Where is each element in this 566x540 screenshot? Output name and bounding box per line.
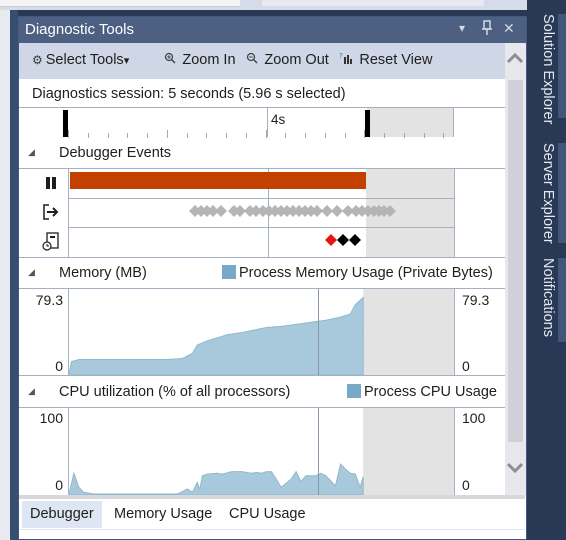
cpu-chart-area: 100 0 100 0 (19, 408, 505, 495)
memory-title: Memory (MB) (59, 265, 147, 281)
collapse-triangle-icon[interactable]: ◢ (28, 147, 35, 158)
close-icon[interactable]: ✕ (503, 20, 515, 37)
side-tab-server-explorer[interactable]: Server Explorer (534, 143, 556, 244)
gear-icon: ⚙ (32, 53, 43, 67)
tab-debugger[interactable]: Debugger (22, 501, 102, 528)
memory-y-max-left: 79.3 (35, 292, 63, 308)
cpu-chart[interactable] (68, 408, 455, 495)
collapse-triangle-icon[interactable]: ◢ (28, 386, 35, 397)
pin-icon[interactable] (481, 20, 493, 39)
left-editor-sliver (0, 10, 10, 540)
scrollbar-thumb[interactable] (508, 80, 523, 442)
step-icon (42, 203, 60, 224)
unselected-region (363, 289, 454, 375)
memory-header[interactable]: ◢ Memory (MB) Process Memory Usage (Priv… (19, 258, 505, 289)
side-tab-solution-explorer[interactable]: Solution Explorer (534, 14, 556, 124)
window-title: Diagnostic Tools (25, 21, 134, 38)
session-info: Diagnostics session: 5 seconds (5.96 s s… (19, 79, 505, 107)
window-dropdown-icon[interactable]: ▾ (459, 21, 465, 35)
debugger-event-marker (337, 234, 349, 246)
timeline-ruler[interactable]: 4s (19, 107, 505, 139)
chevron-down-icon: ▾ (123, 55, 130, 67)
toolbar: ⚙ Select Tools▾ Zoom In Zoom Out ? Reset … (19, 43, 505, 79)
intellitrace-event-icon (42, 232, 60, 255)
cpu-legend: Process CPU Usage (347, 384, 497, 400)
zoom-out-button[interactable]: Zoom Out (246, 52, 329, 68)
top-strip (0, 0, 566, 10)
zoom-in-button[interactable]: Zoom In (164, 52, 236, 68)
cpu-y-min-right: 0 (462, 477, 470, 493)
cpu-header[interactable]: ◢ CPU utilization (% of all processors) … (19, 377, 505, 408)
zoom-out-icon (246, 52, 261, 67)
step-event-marker (331, 205, 343, 217)
ruler-label-4s: 4s (271, 112, 286, 127)
zoom-in-icon (164, 52, 179, 67)
unselected-region (363, 408, 454, 495)
tabs-underline (19, 529, 525, 530)
session-text: Diagnostics session: 5 seconds (5.96 s s… (32, 86, 346, 102)
events-markers (189, 205, 396, 246)
ruler-tick (68, 130, 69, 138)
break-pause-icon (45, 176, 57, 193)
legend-swatch (347, 384, 361, 398)
debugger-events-title: Debugger Events (59, 145, 172, 161)
memory-chart-area: 79.3 0 79.3 0 (19, 289, 505, 376)
memory-chart[interactable] (68, 289, 455, 375)
memory-legend: Process Memory Usage (Private Bytes) (222, 265, 493, 281)
tab-memory-usage[interactable]: Memory Usage (106, 501, 220, 528)
cpu-y-max-left: 100 (39, 410, 63, 426)
ruler-tick (166, 130, 168, 138)
reset-view-icon: ? (339, 52, 356, 67)
side-tab-bar (558, 258, 566, 342)
left-gap (10, 10, 18, 540)
collapse-triangle-icon[interactable]: ◢ (28, 267, 35, 278)
memory-y-min-right: 0 (462, 358, 470, 374)
area-series (68, 463, 364, 495)
break-bar[interactable] (70, 172, 366, 189)
debugger-events-header[interactable]: ◢ Debugger Events (19, 138, 505, 169)
tab-cpu-usage[interactable]: CPU Usage (221, 501, 314, 528)
cpu-title: CPU utilization (% of all processors) (59, 384, 291, 400)
vertical-scrollbar[interactable] (505, 43, 526, 495)
debugger-events-lanes (19, 169, 505, 258)
select-tools-button[interactable]: ⚙ Select Tools▾ (32, 52, 129, 68)
ruler-tick (265, 130, 267, 138)
step-event-marker (215, 205, 227, 217)
debugger-event-marker (325, 234, 337, 246)
unselected-region (367, 108, 453, 137)
cpu-y-min-left: 0 (55, 477, 63, 493)
cpu-y-max-right: 100 (462, 410, 486, 426)
title-bar[interactable]: Diagnostic Tools ▾ ✕ (19, 17, 526, 43)
area-series (68, 296, 364, 375)
detail-tabs: Debugger Memory Usage CPU Usage (19, 499, 525, 529)
scroll-down-icon[interactable] (506, 461, 524, 479)
selection-end-handle[interactable] (365, 110, 370, 137)
side-tab-notifications[interactable]: Notifications (534, 258, 556, 337)
svg-text:?: ? (339, 52, 343, 60)
side-tab-bar (558, 143, 566, 243)
reset-view-button[interactable]: ? Reset View (339, 52, 432, 68)
memory-y-max-right: 79.3 (462, 292, 490, 308)
scroll-up-icon[interactable] (506, 51, 524, 69)
legend-swatch (222, 265, 236, 279)
side-tab-bar (558, 14, 566, 118)
selection-start-handle[interactable] (63, 110, 68, 137)
memory-y-min-left: 0 (55, 358, 63, 374)
debugger-event-marker (349, 234, 361, 246)
